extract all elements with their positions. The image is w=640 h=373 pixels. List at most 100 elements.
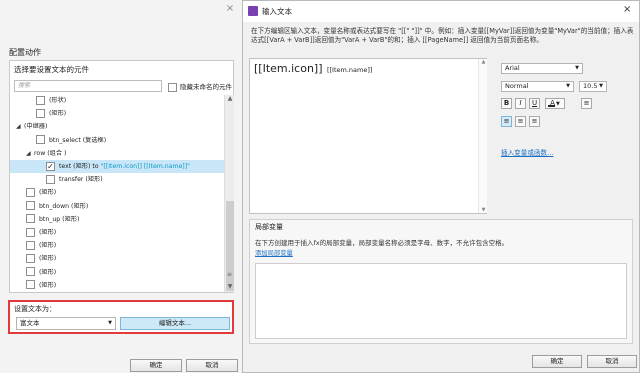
dialog-titlebar: 输入文本 × [243, 1, 639, 22]
checkbox-icon[interactable] [36, 108, 45, 118]
tree-item-label: (矩形) [39, 229, 57, 236]
checkbox-icon[interactable] [26, 253, 35, 263]
checkbox-icon[interactable] [26, 267, 35, 277]
tree-item[interactable]: ◢ (中继器) [10, 120, 224, 133]
tree-item-label: transfer (矩形) [59, 176, 103, 184]
bold-button[interactable]: B [501, 98, 512, 109]
set-text-label: 设置文本为： [14, 305, 56, 313]
align-center-icon[interactable]: ≡ [515, 116, 526, 127]
case-editor-panel: × 配置动作 选择要设置文本的元件 搜索 隐藏未命名的元件 (形状) (矩形) ◢(… [0, 0, 244, 373]
tree-item-label: text (矩形) to "[[Item.icon]] [[Item.name]… [59, 163, 190, 170]
font-style-select[interactable]: Normal ▼ [501, 81, 574, 92]
tree-item[interactable]: (矩形) [10, 266, 224, 279]
checkbox-icon[interactable] [36, 95, 45, 105]
search-input[interactable]: 搜索 [14, 80, 162, 92]
tree-item-label: btn_down (矩形) [39, 202, 89, 210]
tree-item[interactable]: (形状) [10, 95, 224, 107]
tree-item-label: (中继器) [24, 123, 48, 131]
tree-item-label: row (组合 ) [34, 149, 67, 157]
dropdown-arrow-icon: ▼ [555, 101, 560, 107]
font-style-value: Normal [505, 82, 529, 90]
checkbox-icon[interactable] [26, 214, 35, 224]
local-variables-title: 局部变量 [255, 223, 283, 231]
tree-item[interactable]: btn_down (矩形) [10, 200, 224, 213]
edit-text-button[interactable]: 编辑文本... [120, 317, 230, 330]
close-icon[interactable]: × [623, 4, 631, 15]
font-color-button[interactable]: A▼ [545, 98, 565, 109]
widget-tree-panel: 选择要设置文本的元件 搜索 隐藏未命名的元件 (形状) (矩形) ◢ (中继器) btn… [9, 60, 234, 293]
tree-scrollbar[interactable]: ▲ ≡ ▼ [224, 95, 234, 292]
tree-item-label: (矩形) [49, 110, 67, 118]
close-icon[interactable]: × [222, 2, 238, 16]
tree-item-label: (矩形) [39, 189, 57, 197]
text-type-value: 富文本 [20, 319, 40, 327]
underline-button[interactable]: U [529, 98, 540, 109]
dropdown-arrow-icon: ▼ [108, 320, 112, 326]
tree-item[interactable]: btn_select (复选框) [10, 134, 224, 147]
checkbox-icon[interactable] [46, 161, 55, 171]
font-family-value: Arial [505, 64, 520, 72]
tree-item[interactable]: (矩形) [10, 279, 224, 291]
checkbox-icon[interactable] [46, 174, 55, 184]
tree-item[interactable]: (矩形) [10, 252, 224, 265]
align-right-icon[interactable]: ≡ [529, 116, 540, 127]
ok-button[interactable]: 确定 [130, 359, 182, 372]
scroll-down-icon[interactable]: ▼ [479, 207, 488, 213]
hide-unnamed-label: 隐藏未命名的元件 [180, 83, 232, 91]
hide-unnamed-checkbox[interactable]: 隐藏未命名的元件 [168, 81, 232, 92]
cancel-button[interactable]: 取消 [186, 359, 238, 372]
scroll-up-icon[interactable]: ▲ [479, 59, 488, 65]
tree-expand-icon[interactable]: ◢ [26, 147, 34, 160]
scroll-grip-icon: ≡ [227, 271, 233, 278]
input-text-dialog: 输入文本 × 在下方编辑区输入文本，变量名称或表达式要写在 "[[" "]]" … [242, 0, 640, 373]
checkbox-icon[interactable] [26, 201, 35, 211]
tree-item-label: btn_up (矩形) [39, 215, 80, 223]
insert-variable-link[interactable]: 插入变量或函数... [501, 147, 553, 157]
dropdown-arrow-icon: ▼ [575, 65, 579, 71]
tree-expand-icon[interactable]: ◢ [16, 120, 24, 133]
scroll-down-icon[interactable]: ▼ [225, 283, 235, 292]
text-editor[interactable]: [[Item.icon]] [[Item.name]] ▲ ▼ [249, 58, 487, 214]
tree-item[interactable]: (矩形) [10, 186, 224, 199]
tree-item[interactable]: (矩形) [10, 107, 224, 120]
tree-item[interactable]: (矩形) [10, 239, 224, 252]
tree-item[interactable]: ◢ row (组合 ) [10, 147, 224, 160]
widget-tree-list: (形状) (矩形) ◢ (中继器) btn_select (复选框) ◢ row (组合 )… [10, 95, 224, 291]
local-variables-list[interactable] [255, 263, 627, 339]
tree-item[interactable]: (矩形) [10, 226, 224, 239]
bullet-list-icon[interactable]: ≡ [581, 98, 592, 109]
editor-content[interactable]: [[Item.icon]] [[Item.name]] [254, 62, 372, 75]
add-local-variable-link[interactable]: 添加局部变量 [255, 248, 293, 257]
checkbox-icon[interactable] [168, 82, 177, 92]
instructions-text: 在下方编辑区输入文本，变量名称或表达式要写在 "[[" "]]" 中。例如：插入… [251, 27, 634, 44]
editor-scrollbar[interactable]: ▲ ▼ [478, 59, 487, 213]
tree-item[interactable]: btn_up (矩形) [10, 213, 224, 226]
text-type-select[interactable]: 富文本 ▼ [16, 317, 116, 330]
editor-icon-token: [[Item.icon]] [254, 62, 323, 75]
scroll-up-icon[interactable]: ▲ [225, 95, 235, 104]
tree-item-value: "[[Item.icon]] [[Item.name]]" [100, 163, 190, 170]
italic-button[interactable]: I [515, 98, 526, 109]
checkbox-icon[interactable] [26, 187, 35, 197]
checkbox-icon[interactable] [36, 135, 45, 145]
tree-item-label: (矩形) [39, 242, 57, 250]
tree-item[interactable]: transfer (矩形) [10, 173, 224, 186]
tree-header: 选择要设置文本的元件 [14, 65, 89, 74]
local-variables-section: 局部变量 在下方创建用于插入fx的局部变量，局部变量名称必须是字母、数字，不允许… [249, 219, 633, 344]
section-title: 配置动作 [9, 48, 41, 57]
ok-button[interactable]: 确定 [532, 355, 582, 368]
font-size-select[interactable]: 10.5 ▼ [579, 81, 607, 92]
checkbox-icon[interactable] [26, 227, 35, 237]
font-family-select[interactable]: Arial ▼ [501, 63, 583, 74]
app-icon [248, 6, 258, 16]
local-variables-description: 在下方创建用于插入fx的局部变量，局部变量名称必须是字母、数字，不允许包含空格。 [255, 239, 509, 247]
cancel-button[interactable]: 取消 [587, 355, 637, 368]
align-left-icon[interactable]: ≡ [501, 116, 512, 127]
tree-item-label: (形状) [49, 97, 67, 104]
dropdown-arrow-icon: ▼ [566, 83, 570, 89]
tree-item-label: (矩形) [39, 268, 57, 276]
font-color-bar [548, 105, 555, 107]
checkbox-icon[interactable] [26, 240, 35, 250]
tree-item[interactable]: text (矩形) to "[[Item.icon]] [[Item.name]… [10, 160, 224, 173]
checkbox-icon[interactable] [26, 280, 35, 290]
